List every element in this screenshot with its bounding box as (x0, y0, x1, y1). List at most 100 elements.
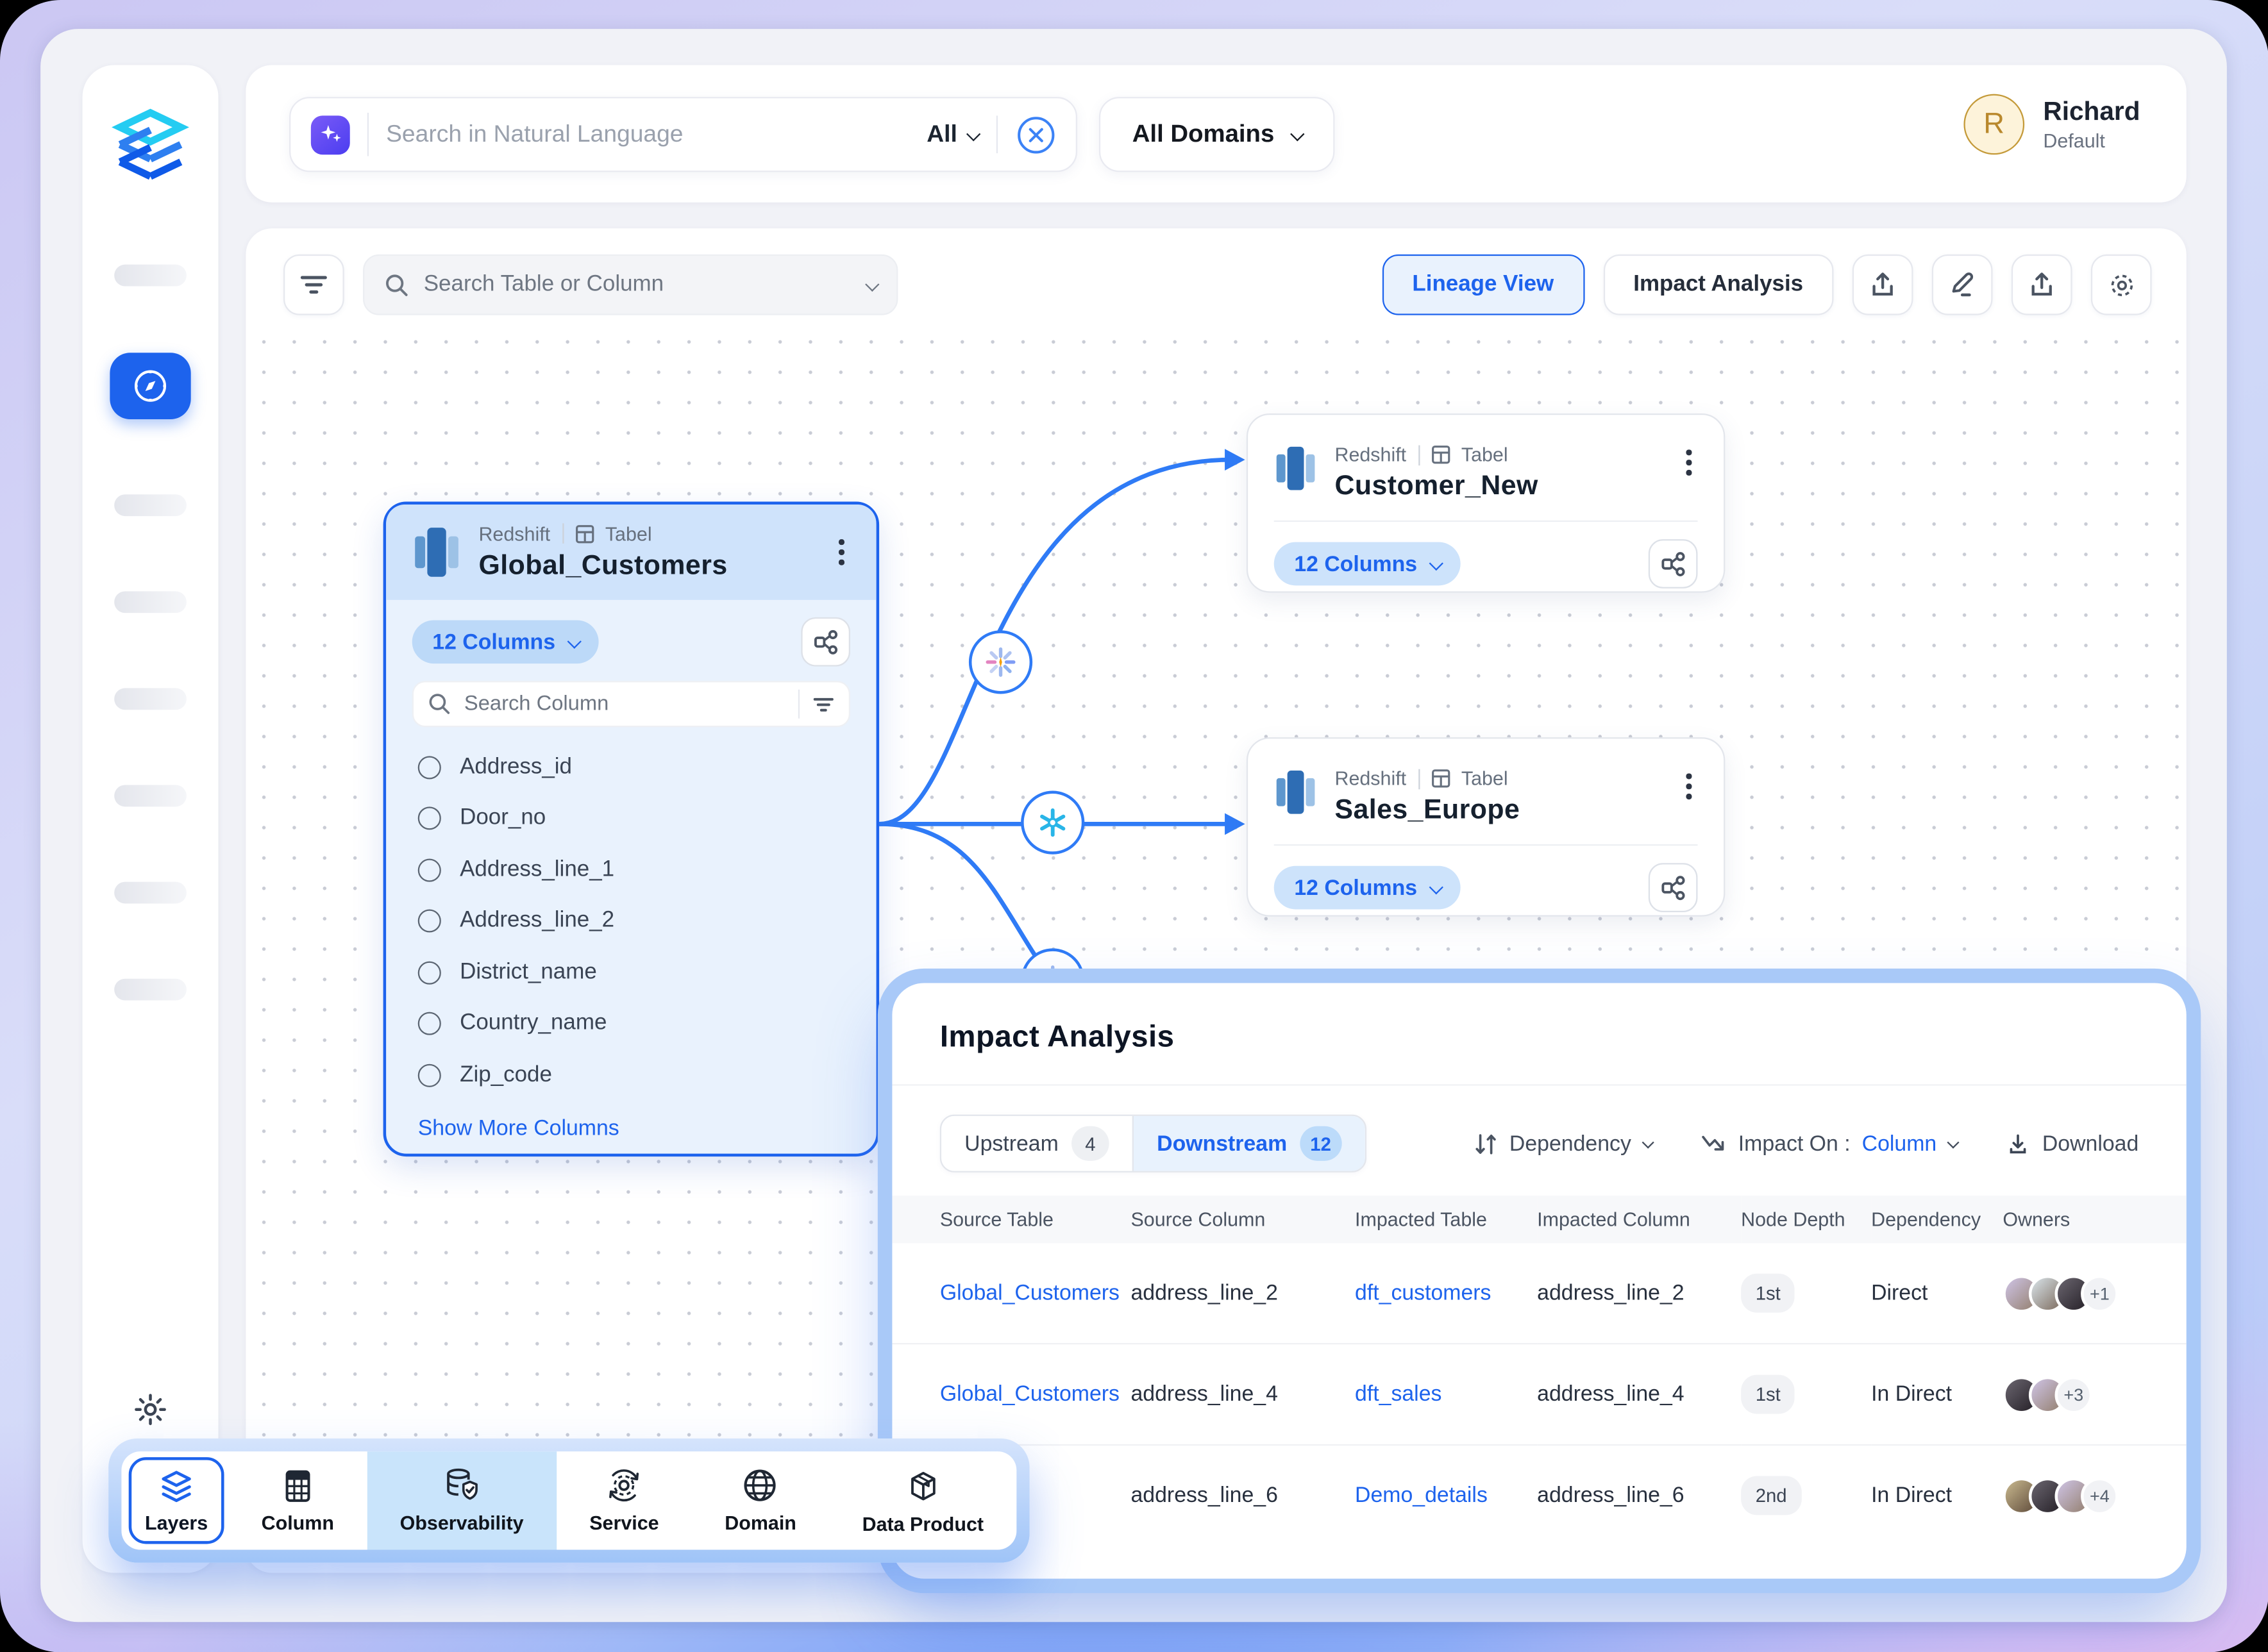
toolbar-item-domain[interactable]: Domain (692, 1451, 829, 1549)
node-menu-button[interactable] (1681, 767, 1697, 805)
source-table-link[interactable]: Global_Customers (940, 1382, 1120, 1406)
sidebar-item-placeholder[interactable] (114, 688, 187, 710)
sidebar-item-placeholder[interactable] (114, 591, 187, 613)
share-icon (2028, 271, 2056, 299)
tab-upstream[interactable]: Upstream 4 (941, 1116, 1132, 1171)
expand-lineage-button[interactable] (1649, 539, 1698, 588)
source-label: Redshift (1334, 444, 1406, 465)
column-row[interactable]: Door_no (418, 793, 850, 844)
columns-pill[interactable]: 12 Columns (412, 620, 599, 663)
avatar-overflow-badge: +3 (2054, 1376, 2092, 1414)
transform-step-icon (983, 645, 1018, 680)
compass-icon (131, 367, 169, 405)
table-row[interactable]: Global_Customers address_line_4 dft_sale… (892, 1344, 2186, 1445)
scope-label: All (927, 121, 957, 148)
radio-icon[interactable] (418, 807, 441, 830)
impact-on-dropdown[interactable]: Impact On : Column (1701, 1131, 1957, 1156)
gear-icon (131, 1390, 169, 1428)
chevron-down-icon (567, 634, 582, 648)
node-meta: Redshift Tabel (1334, 444, 1538, 465)
toolbar-item-observability[interactable]: Observability (367, 1451, 557, 1549)
owners-avatars[interactable]: +3 (2003, 1376, 2186, 1414)
user-menu[interactable]: R Richard Default (1963, 94, 2140, 155)
node-customer-new[interactable]: Redshift Tabel Customer_New (1247, 413, 1725, 593)
node-global-customers[interactable]: Redshift Tabel Global_Customers (383, 502, 879, 1157)
canvas-toolbar: Search Table or Column Lineage View Impa… (283, 253, 2152, 317)
download-button[interactable]: Download (2006, 1131, 2138, 1156)
table-icon (575, 524, 593, 542)
sidebar-item-explore[interactable] (110, 353, 190, 419)
radio-icon[interactable] (418, 858, 441, 881)
settings-button[interactable] (2091, 254, 2152, 315)
chevron-down-icon (1947, 1137, 1960, 1149)
radio-icon[interactable] (418, 961, 441, 984)
transform-step-node[interactable] (969, 630, 1032, 694)
sidebar-item-placeholder[interactable] (114, 882, 187, 904)
upload-button[interactable] (2012, 254, 2072, 315)
toolbar-item-layers[interactable]: Layers (129, 1457, 224, 1544)
snowflake-step-node[interactable] (1021, 791, 1084, 855)
impacted-table-link[interactable]: Demo_details (1355, 1483, 1488, 1508)
impact-analysis-panel: Impact Analysis Upstream 4 Downstream 12 (892, 983, 2186, 1578)
show-more-columns-link[interactable]: Show More Columns (386, 1101, 619, 1140)
sidebar-item-placeholder[interactable] (114, 265, 187, 287)
source-table-link[interactable]: Global_Customers (940, 1281, 1120, 1305)
edit-button[interactable] (1932, 254, 1993, 315)
user-name: Richard (2043, 97, 2140, 127)
filter-button[interactable] (283, 254, 344, 315)
sidebar-item-placeholder[interactable] (114, 785, 187, 807)
toolbar-item-label: Data Product (845, 1513, 1002, 1535)
table-column-search[interactable]: Search Table or Column (363, 254, 898, 315)
redshift-icon (1274, 767, 1318, 817)
node-menu-button[interactable] (1681, 444, 1697, 481)
node-title: Global_Customers (478, 550, 727, 582)
node-sales-europe[interactable]: Redshift Tabel Sales_Europe (1247, 737, 1725, 917)
impacted-table-link[interactable]: dft_sales (1355, 1382, 1441, 1406)
column-row[interactable]: Address_line_2 (418, 896, 850, 947)
column-label: Door_no (460, 806, 546, 832)
impact-analysis-button[interactable]: Impact Analysis (1603, 254, 1834, 315)
impacted-table-link[interactable]: dft_customers (1355, 1281, 1491, 1305)
radio-icon[interactable] (418, 910, 441, 933)
clear-search-button[interactable] (1016, 115, 1055, 154)
expand-lineage-button[interactable] (801, 617, 850, 667)
node-menu-button[interactable] (834, 534, 850, 571)
search-input[interactable]: Search in Natural Language (386, 121, 927, 148)
table-row[interactable]: address_line_6 Demo_details address_line… (892, 1445, 2186, 1546)
filter-lines-icon[interactable] (812, 695, 834, 713)
lineage-view-button[interactable]: Lineage View (1382, 254, 1584, 315)
toolbar-item-column[interactable]: Column (228, 1451, 367, 1549)
columns-pill[interactable]: 12 Columns (1274, 542, 1461, 586)
radio-icon[interactable] (418, 1012, 441, 1035)
column-row[interactable]: Address_line_1 (418, 844, 850, 896)
column-search-input[interactable]: Search Column (412, 681, 850, 727)
natural-language-search[interactable]: Search in Natural Language All (289, 97, 1077, 172)
owners-avatars[interactable]: +4 (2003, 1477, 2186, 1515)
column-row[interactable]: Zip_code (418, 1049, 850, 1101)
package-box-icon (905, 1467, 941, 1505)
impacted-column-cell: address_line_4 (1537, 1344, 1741, 1445)
expand-lineage-button[interactable] (1649, 863, 1698, 912)
sort-dependency-dropdown[interactable]: Dependency (1474, 1131, 1652, 1156)
columns-pill[interactable]: 12 Columns (1274, 866, 1461, 910)
node-title: Customer_New (1334, 471, 1538, 503)
toolbar-item-label: Domain (707, 1512, 814, 1534)
table-row[interactable]: Global_Customers address_line_2 dft_cust… (892, 1243, 2186, 1344)
column-row[interactable]: Country_name (418, 998, 850, 1049)
domains-dropdown[interactable]: All Domains (1099, 97, 1335, 172)
tab-downstream[interactable]: Downstream 12 (1132, 1116, 1365, 1171)
export-button[interactable] (1852, 254, 1913, 315)
radio-icon[interactable] (418, 756, 441, 779)
radio-icon[interactable] (418, 1064, 441, 1087)
redshift-icon (412, 525, 462, 580)
toolbar-item-data-product[interactable]: Data Product (829, 1451, 1016, 1549)
column-row[interactable]: Address_id (418, 742, 850, 793)
sidebar-settings-button[interactable] (131, 1390, 169, 1428)
column-row[interactable]: District_name (418, 947, 850, 998)
toolbar-item-service[interactable]: Service (557, 1451, 692, 1549)
search-scope-dropdown[interactable]: All (927, 121, 977, 148)
sidebar-item-placeholder[interactable] (114, 494, 187, 516)
sidebar-item-placeholder[interactable] (114, 979, 187, 1001)
owners-avatars[interactable]: +1 (2003, 1274, 2186, 1312)
tab-label: Downstream (1157, 1131, 1287, 1156)
